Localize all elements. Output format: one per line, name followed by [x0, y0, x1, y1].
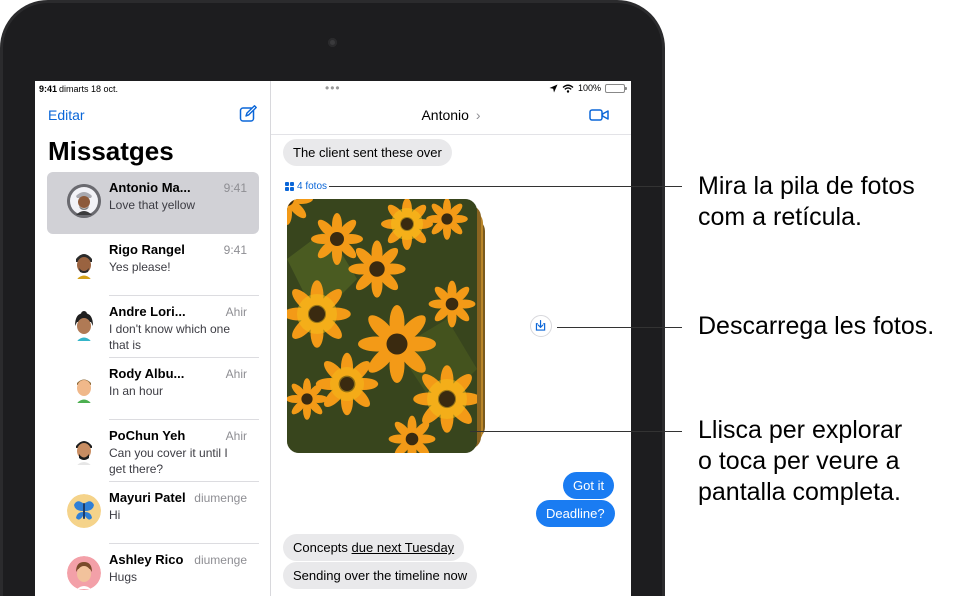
ipad-screen: Editar Missatges Antonio Ma... 9:41 Love…	[35, 81, 631, 596]
status-date: dimarts 18 oct.	[59, 84, 119, 94]
conversation-time: diumenge	[194, 491, 247, 505]
conversation-sidebar: Editar Missatges Antonio Ma... 9:41 Love…	[35, 81, 271, 596]
conversation-name: Antonio Ma...	[109, 180, 191, 195]
location-arrow-icon	[549, 84, 558, 92]
callout-text: Mira la pila de fotos	[698, 172, 915, 200]
photo-grid-button[interactable]: 4 fotos	[285, 181, 327, 192]
conversation-row[interactable]: Ashley Rico diumenge Hugs	[47, 544, 259, 596]
chevron-right-icon: ›	[475, 107, 481, 123]
conversation-preview: Can you cover it until I get there?	[109, 446, 228, 476]
date-link[interactable]: due next Tuesday	[352, 540, 455, 555]
conversation-time: diumenge	[194, 553, 247, 567]
conversation-preview: Love that yellow	[109, 198, 196, 212]
conversation-name: Ashley Rico	[109, 552, 184, 567]
front-camera	[328, 38, 337, 47]
conversation-row[interactable]: Rody Albu... Ahir In an hour	[47, 358, 259, 420]
callout-text: com a retícula.	[698, 203, 862, 231]
callout-line-grid	[329, 186, 682, 187]
avatar	[67, 432, 101, 466]
conversation-row[interactable]: Mayuri Patel diumenge Hi	[47, 482, 259, 544]
message-text: Concepts	[293, 540, 352, 555]
edit-button[interactable]: Editar	[48, 107, 85, 123]
callout-download: Descarrega les fotos.	[698, 312, 935, 340]
conversation-name: Rody Albu...	[109, 366, 185, 381]
avatar	[67, 370, 101, 404]
conversation-row[interactable]: PoChun Yeh Ahir Can you cover it until I…	[47, 420, 259, 482]
conversation-name: Mayuri Patel	[109, 490, 186, 505]
conversation-time: 9:41	[223, 243, 247, 257]
multitasking-dots-icon[interactable]: •••	[325, 81, 341, 95]
conversation-row[interactable]: Rigo Rangel 9:41 Yes please!	[47, 234, 259, 296]
conversation-preview: Hugs	[109, 570, 138, 584]
conversation-preview: Hi	[109, 508, 121, 522]
conversation-time: Ahir	[225, 305, 247, 319]
compose-icon[interactable]	[239, 105, 257, 123]
avatar	[67, 184, 101, 218]
conversation-preview: I don't know which one that is	[109, 322, 231, 352]
conversation-name: Rigo Rangel	[109, 242, 185, 257]
contact-name: Antonio	[421, 107, 469, 123]
battery-icon	[605, 83, 627, 93]
download-button[interactable]	[530, 315, 552, 337]
callout-text: Llisca per explorar	[698, 416, 903, 444]
contact-name-button[interactable]: Antonio ›	[271, 107, 631, 123]
incoming-message[interactable]: The client sent these over	[283, 139, 452, 166]
conversation-preview: Yes please!	[109, 260, 171, 274]
ipad-frame: Editar Missatges Antonio Ma... 9:41 Love…	[0, 0, 665, 596]
grid-icon	[285, 182, 294, 191]
callout-line-download	[557, 327, 682, 328]
conversation-name: PoChun Yeh	[109, 428, 186, 443]
video-camera-icon[interactable]	[589, 108, 609, 122]
conversation-row[interactable]: Andre Lori... Ahir I don't know which on…	[47, 296, 259, 358]
photo-count-label: 4 fotos	[297, 181, 328, 192]
status-time: 9:41	[39, 84, 58, 94]
incoming-message[interactable]: Concepts due next Tuesday	[283, 534, 465, 561]
incoming-message[interactable]: Sending over the timeline now	[283, 562, 478, 589]
status-bar: 9:41 dimarts 18 oct. ••• 100%	[35, 81, 631, 98]
callout-grid: Mira la pila de fotos com a retícula.	[698, 171, 915, 233]
chat-pane: Antonio › The client sent these over 4 f…	[271, 81, 631, 596]
flower-photo[interactable]	[287, 199, 477, 453]
callout-text: o toca per veure a	[698, 447, 900, 475]
download-icon	[535, 319, 546, 331]
chat-header: Antonio ›	[271, 98, 631, 135]
conversation-time: Ahir	[225, 367, 247, 381]
conversation-name: Andre Lori...	[109, 304, 186, 319]
conversation-preview: In an hour	[109, 384, 164, 398]
avatar	[67, 494, 101, 528]
conversation-row[interactable]: Antonio Ma... 9:41 Love that yellow	[47, 172, 259, 234]
outgoing-message[interactable]: Deadline?	[536, 500, 615, 527]
avatar	[67, 308, 101, 342]
conversation-list: Antonio Ma... 9:41 Love that yellow Rigo…	[47, 172, 259, 596]
battery-percent: 100%	[577, 83, 601, 93]
outgoing-message[interactable]: Got it	[563, 472, 615, 499]
messages-title: Missatges	[48, 136, 174, 166]
callout-text: pantalla completa.	[698, 478, 901, 506]
callout-swipe: Llisca per explorar o toca per veure a p…	[698, 415, 902, 508]
avatar	[67, 556, 101, 590]
callout-line-swipe	[470, 431, 682, 432]
conversation-time: Ahir	[225, 429, 247, 443]
conversation-time: 9:41	[223, 181, 247, 195]
wifi-icon	[562, 84, 574, 93]
photo-stack[interactable]	[287, 199, 487, 455]
avatar	[67, 246, 101, 280]
